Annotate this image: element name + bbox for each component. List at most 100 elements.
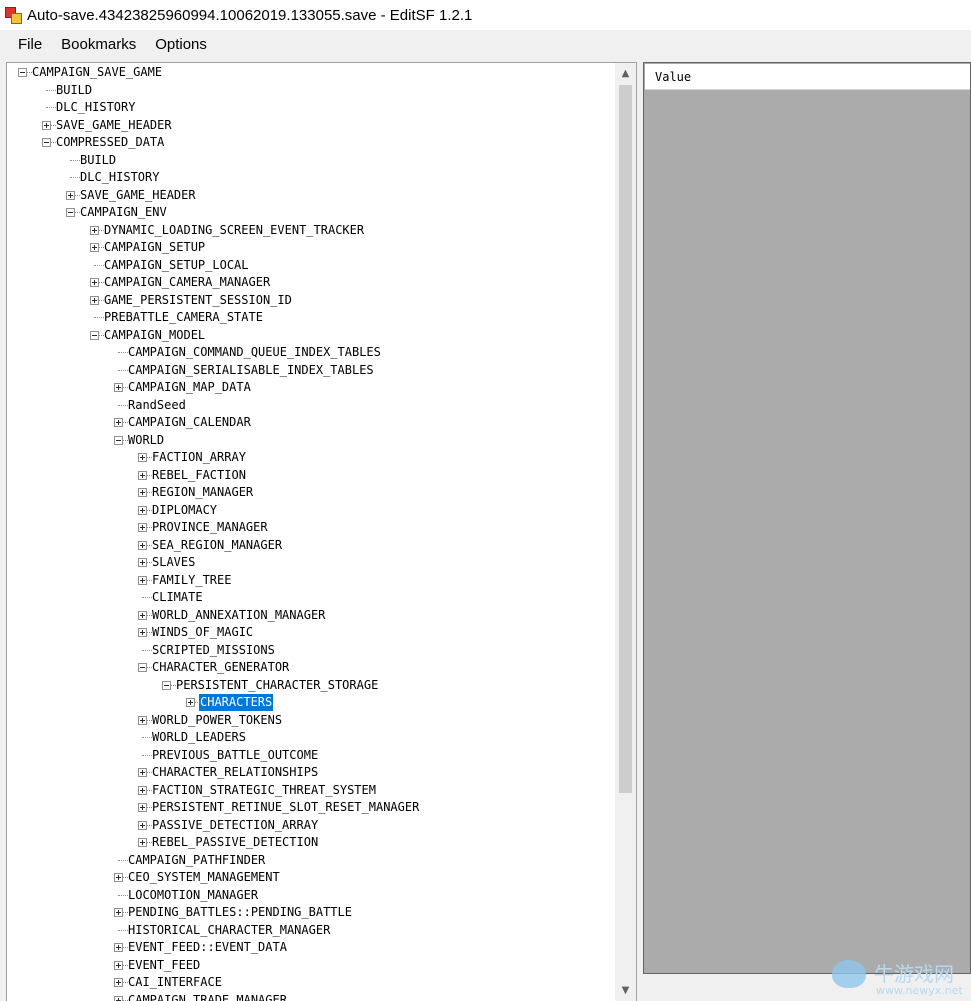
tree-node[interactable]: REBEL_FACTION xyxy=(7,467,614,484)
tree-node[interactable]: SCRIPTED_MISSIONS xyxy=(7,642,614,659)
tree-node[interactable]: SAVE_GAME_HEADER xyxy=(7,117,614,134)
tree-node[interactable]: SEA_REGION_MANAGER xyxy=(7,537,614,554)
tree-node-label[interactable]: WINDS_OF_MAGIC xyxy=(151,624,254,641)
tree-node[interactable]: CAMPAIGN_SAVE_GAME xyxy=(7,64,614,81)
menu-bookmarks[interactable]: Bookmarks xyxy=(52,30,145,59)
tree-node[interactable]: REBEL_PASSIVE_DETECTION xyxy=(7,834,614,851)
tree-node-label[interactable]: CAMPAIGN_PATHFINDER xyxy=(127,852,266,869)
expand-plus-icon[interactable] xyxy=(114,383,123,392)
tree-node[interactable]: RandSeed xyxy=(7,397,614,414)
tree-node-label[interactable]: HISTORICAL_CHARACTER_MANAGER xyxy=(127,922,331,939)
tree-node-label[interactable]: SEA_REGION_MANAGER xyxy=(151,537,283,554)
expand-plus-icon[interactable] xyxy=(90,296,99,305)
tree-node[interactable]: CAMPAIGN_PATHFINDER xyxy=(7,852,614,869)
tree-node-label[interactable]: CAMPAIGN_ENV xyxy=(79,204,168,221)
collapse-minus-icon[interactable] xyxy=(162,681,171,690)
collapse-minus-icon[interactable] xyxy=(90,331,99,340)
tree-node[interactable]: PREVIOUS_BATTLE_OUTCOME xyxy=(7,747,614,764)
tree-node-label[interactable]: DIPLOMACY xyxy=(151,502,218,519)
tree-node[interactable]: CAMPAIGN_SERIALISABLE_INDEX_TABLES xyxy=(7,362,614,379)
tree-node-label[interactable]: CAMPAIGN_MODEL xyxy=(103,327,206,344)
tree-node[interactable]: DYNAMIC_LOADING_SCREEN_EVENT_TRACKER xyxy=(7,222,614,239)
tree-node-label[interactable]: PENDING_BATTLES::PENDING_BATTLE xyxy=(127,904,353,921)
tree-node[interactable]: CAMPAIGN_CALENDAR xyxy=(7,414,614,431)
tree-node-label[interactable]: CAMPAIGN_CAMERA_MANAGER xyxy=(103,274,271,291)
expand-plus-icon[interactable] xyxy=(138,821,147,830)
collapse-minus-icon[interactable] xyxy=(42,138,51,147)
tree-node-label[interactable]: SLAVES xyxy=(151,554,196,571)
expand-plus-icon[interactable] xyxy=(138,803,147,812)
tree-node-label[interactable]: CAMPAIGN_CALENDAR xyxy=(127,414,252,431)
expand-plus-icon[interactable] xyxy=(138,488,147,497)
tree-node[interactable]: DLC_HISTORY xyxy=(7,99,614,116)
expand-plus-icon[interactable] xyxy=(66,191,75,200)
collapse-minus-icon[interactable] xyxy=(114,436,123,445)
tree-node-label[interactable]: CLIMATE xyxy=(151,589,204,606)
vertical-scrollbar[interactable]: ▲ ▼ xyxy=(615,63,636,1001)
tree-node-label[interactable]: GAME_PERSISTENT_SESSION_ID xyxy=(103,292,293,309)
tree-node-label[interactable]: EVENT_FEED xyxy=(127,957,201,974)
scroll-thumb[interactable] xyxy=(619,85,632,793)
menu-options[interactable]: Options xyxy=(146,30,216,59)
tree-node[interactable]: COMPRESSED_DATA xyxy=(7,134,614,151)
tree-node-label[interactable]: WORLD_POWER_TOKENS xyxy=(151,712,283,729)
tree-node-label[interactable]: LOCOMOTION_MANAGER xyxy=(127,887,259,904)
tree-node-label[interactable]: CAMPAIGN_MAP_DATA xyxy=(127,379,252,396)
expand-plus-icon[interactable] xyxy=(138,506,147,515)
tree-node-label[interactable]: RandSeed xyxy=(127,397,187,414)
scroll-up-arrow-icon[interactable]: ▲ xyxy=(615,63,636,84)
tree-node[interactable]: CAMPAIGN_COMMAND_QUEUE_INDEX_TABLES xyxy=(7,344,614,361)
value-column-header[interactable]: Value xyxy=(645,64,970,90)
tree-node-label[interactable]: WORLD xyxy=(127,432,165,449)
expand-plus-icon[interactable] xyxy=(114,873,123,882)
tree-node[interactable]: WORLD xyxy=(7,432,614,449)
tree-node[interactable]: BUILD xyxy=(7,152,614,169)
tree-node-label[interactable]: SCRIPTED_MISSIONS xyxy=(151,642,276,659)
tree-node-label[interactable]: FACTION_STRATEGIC_THREAT_SYSTEM xyxy=(151,782,377,799)
tree-node-label[interactable]: CHARACTER_GENERATOR xyxy=(151,659,290,676)
tree-node-label[interactable]: CAMPAIGN_SETUP_LOCAL xyxy=(103,257,250,274)
tree-node[interactable]: CAMPAIGN_MODEL xyxy=(7,327,614,344)
tree-node-label[interactable]: PREBATTLE_CAMERA_STATE xyxy=(103,309,264,326)
expand-plus-icon[interactable] xyxy=(138,576,147,585)
tree-node-label[interactable]: PERSISTENT_RETINUE_SLOT_RESET_MANAGER xyxy=(151,799,420,816)
expand-plus-icon[interactable] xyxy=(114,418,123,427)
collapse-minus-icon[interactable] xyxy=(18,68,27,77)
expand-plus-icon[interactable] xyxy=(138,716,147,725)
tree-node[interactable]: DIPLOMACY xyxy=(7,502,614,519)
tree-node[interactable]: PREBATTLE_CAMERA_STATE xyxy=(7,309,614,326)
tree-node[interactable]: CHARACTER_GENERATOR xyxy=(7,659,614,676)
expand-plus-icon[interactable] xyxy=(186,698,195,707)
tree-node[interactable]: CHARACTER_RELATIONSHIPS xyxy=(7,764,614,781)
tree-node-label[interactable]: DYNAMIC_LOADING_SCREEN_EVENT_TRACKER xyxy=(103,222,365,239)
tree-node[interactable]: EVENT_FEED::EVENT_DATA xyxy=(7,939,614,956)
tree-node[interactable]: PERSISTENT_CHARACTER_STORAGE xyxy=(7,677,614,694)
tree-node-label[interactable]: REBEL_FACTION xyxy=(151,467,247,484)
tree-node[interactable]: PASSIVE_DETECTION_ARRAY xyxy=(7,817,614,834)
tree-node[interactable]: FACTION_STRATEGIC_THREAT_SYSTEM xyxy=(7,782,614,799)
tree-node-label[interactable]: CAMPAIGN_SAVE_GAME xyxy=(31,64,163,81)
tree-node-label[interactable]: REGION_MANAGER xyxy=(151,484,254,501)
tree-node[interactable]: LOCOMOTION_MANAGER xyxy=(7,887,614,904)
expand-plus-icon[interactable] xyxy=(90,243,99,252)
tree-node[interactable]: WINDS_OF_MAGIC xyxy=(7,624,614,641)
tree-node-label[interactable]: PREVIOUS_BATTLE_OUTCOME xyxy=(151,747,319,764)
tree-node-label[interactable]: CAI_INTERFACE xyxy=(127,974,223,991)
tree-node-label[interactable]: SAVE_GAME_HEADER xyxy=(79,187,197,204)
tree-node[interactable]: CHARACTERS xyxy=(7,694,614,711)
tree-node[interactable]: HISTORICAL_CHARACTER_MANAGER xyxy=(7,922,614,939)
tree-node-label[interactable]: REBEL_PASSIVE_DETECTION xyxy=(151,834,319,851)
expand-plus-icon[interactable] xyxy=(114,961,123,970)
tree-node[interactable]: WORLD_ANNEXATION_MANAGER xyxy=(7,607,614,624)
expand-plus-icon[interactable] xyxy=(138,768,147,777)
tree-node[interactable]: SLAVES xyxy=(7,554,614,571)
expand-plus-icon[interactable] xyxy=(138,628,147,637)
expand-plus-icon[interactable] xyxy=(138,611,147,620)
expand-plus-icon[interactable] xyxy=(138,838,147,847)
collapse-minus-icon[interactable] xyxy=(66,208,75,217)
tree-node-label[interactable]: FACTION_ARRAY xyxy=(151,449,247,466)
expand-plus-icon[interactable] xyxy=(138,471,147,480)
expand-plus-icon[interactable] xyxy=(114,943,123,952)
tree-node-label[interactable]: CHARACTERS xyxy=(199,694,273,711)
tree-node[interactable]: CAMPAIGN_MAP_DATA xyxy=(7,379,614,396)
